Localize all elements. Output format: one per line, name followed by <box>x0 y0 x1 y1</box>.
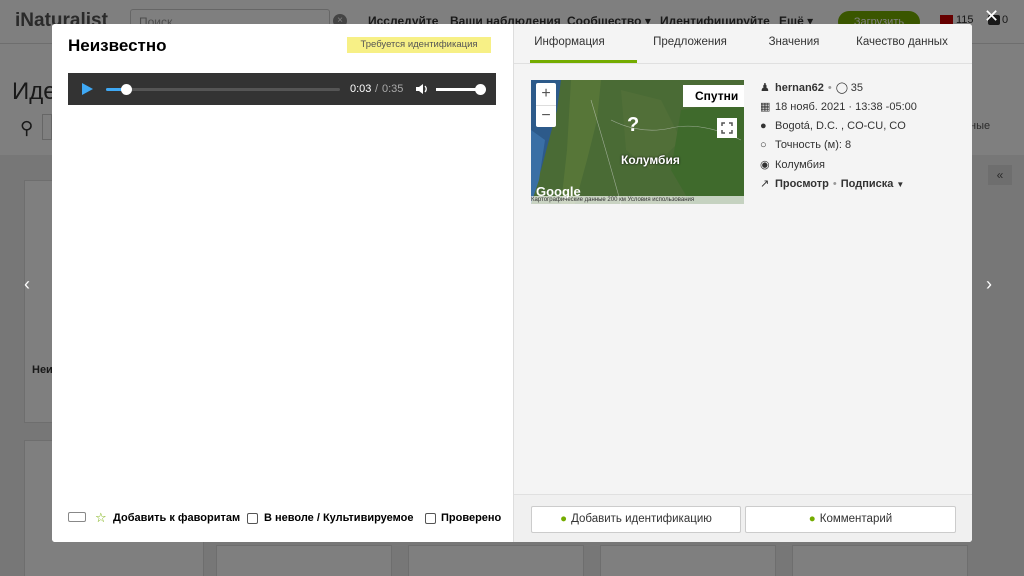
audio-time-separator: / <box>375 83 379 95</box>
accuracy-value: Точность (м): 8 <box>775 139 852 151</box>
accuracy-row: ○ Точность (м): 8 <box>760 139 851 151</box>
next-observation-icon[interactable]: › <box>986 274 992 295</box>
observer-link[interactable]: hernan62 <box>775 82 824 94</box>
observation-modal: Неизвестно Требуется идентификация 0:03 … <box>52 24 972 542</box>
audio-seek-slider[interactable] <box>106 84 340 95</box>
tab-annotations[interactable]: Значения <box>754 36 834 48</box>
globe-icon: ◉ <box>760 159 770 171</box>
place-row: ● Bogotá, D.C. , CO-CU, CO <box>760 120 906 132</box>
action-bar: ● Добавить идентификацию ● Комментарий <box>514 494 972 542</box>
audio-duration: 0:35 <box>382 83 404 95</box>
star-icon[interactable]: ☆ <box>95 510 107 526</box>
tab-suggestions[interactable]: Предложения <box>640 36 740 48</box>
zoom-in-button[interactable]: + <box>536 83 556 105</box>
observer-row: ♟ hernan62 • ◯ 35 <box>760 81 863 94</box>
binoculars-icon: ◯ <box>835 82 849 94</box>
map-zoom-controls: + − <box>536 83 556 127</box>
volume-icon[interactable] <box>415 82 429 96</box>
tab-data-quality[interactable]: Качество данных <box>847 36 957 48</box>
previous-observation-icon[interactable]: ‹ <box>24 274 30 295</box>
place-name: Bogotá, D.C. , CO-CU, CO <box>775 120 906 132</box>
info-tabs: Информация Предложения Значения Качество… <box>514 24 972 64</box>
keyboard-shortcuts-icon[interactable] <box>68 512 86 522</box>
fullscreen-icon[interactable] <box>717 118 737 138</box>
info-pane: Информация Предложения Значения Качество… <box>513 24 972 542</box>
shield-icon: ● <box>560 513 568 525</box>
captive-checkbox[interactable] <box>247 513 258 524</box>
observed-date: 18 нояб. 2021 · 13:38 -05:00 <box>775 101 917 113</box>
separator-dot: • <box>832 178 837 190</box>
accuracy-circle-icon: ○ <box>760 139 767 151</box>
close-icon[interactable]: ✕ <box>984 6 999 27</box>
external-link-icon: ↗ <box>760 178 770 190</box>
captive-label[interactable]: В неволе / Культивируемое <box>264 512 413 524</box>
calendar-icon: ▦ <box>760 101 771 113</box>
chevron-down-icon[interactable]: ▼ <box>896 180 904 189</box>
speech-bubble-icon: ● <box>808 513 816 525</box>
add-to-favorites-button[interactable]: Добавить к фаворитам <box>113 512 240 524</box>
map-attribution: Картографические данные 200 км Условия и… <box>531 196 744 204</box>
view-row: ↗ Просмотр • Подписка ▼ <box>760 177 904 190</box>
volume-handle[interactable] <box>475 84 486 95</box>
user-icon: ♟ <box>760 82 770 94</box>
observation-title: Неизвестно <box>68 36 167 55</box>
tab-info[interactable]: Информация <box>530 36 609 48</box>
add-identification-label: Добавить идентификацию <box>571 513 712 525</box>
date-row: ▦ 18 нояб. 2021 · 13:38 -05:00 <box>760 100 917 113</box>
audio-player: 0:03 / 0:35 <box>68 73 496 105</box>
observation-map[interactable]: + − Спутни ? Колумбия Google Картографич… <box>531 80 744 204</box>
quality-grade-badge: Требуется идентификация <box>347 37 491 53</box>
separator-dot: • <box>827 82 832 94</box>
media-pane: Неизвестно Требуется идентификация 0:03 … <box>52 24 513 542</box>
subscribe-dropdown[interactable]: Подписка <box>841 178 894 190</box>
comment-label: Комментарий <box>819 513 893 525</box>
audio-seek-handle[interactable] <box>120 84 132 95</box>
observation-count[interactable]: 35 <box>851 82 863 94</box>
reviewed-checkbox[interactable] <box>425 513 436 524</box>
zoom-out-button[interactable]: − <box>536 105 556 127</box>
map-marker-icon[interactable]: ? <box>627 114 639 137</box>
location-pin-icon: ● <box>760 120 767 132</box>
map-country-label: Колумбия <box>621 153 680 167</box>
country-name: Колумбия <box>775 159 825 171</box>
view-link[interactable]: Просмотр <box>775 178 829 190</box>
tabs-divider <box>514 63 972 64</box>
comment-button[interactable]: ● Комментарий <box>745 506 956 533</box>
play-icon[interactable] <box>82 83 93 95</box>
audio-current-time: 0:03 <box>350 83 372 95</box>
country-row: ◉ Колумбия <box>760 158 825 171</box>
volume-fill <box>436 88 480 91</box>
volume-slider[interactable] <box>436 84 486 95</box>
add-identification-button[interactable]: ● Добавить идентификацию <box>531 506 741 533</box>
map-satellite-toggle[interactable]: Спутни <box>683 85 744 107</box>
reviewed-label[interactable]: Проверено <box>441 512 501 524</box>
